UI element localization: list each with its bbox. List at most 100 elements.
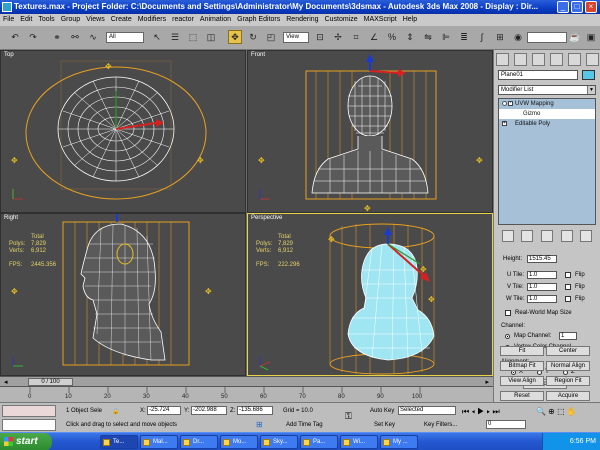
show-end-result-icon[interactable] xyxy=(521,230,534,242)
collapse-icon[interactable]: - xyxy=(508,101,513,106)
time-slider[interactable]: 0 / 100 xyxy=(28,378,73,386)
key-mode-dropdown[interactable]: Selected xyxy=(398,406,456,415)
stack-item-uvw-mapping[interactable]: - UVW Mapping xyxy=(499,99,595,109)
stack-item-editable-poly[interactable]: + Editable Poly xyxy=(499,119,595,129)
utilities-tab-icon[interactable] xyxy=(585,52,599,66)
set-key-button[interactable]: Set Key xyxy=(374,422,395,428)
expand-icon[interactable]: + xyxy=(502,121,507,126)
quick-render-icon[interactable]: ☕ xyxy=(568,30,582,44)
taskbar-item[interactable]: My ... xyxy=(380,435,418,449)
height-input[interactable]: 1515.45 xyxy=(527,255,557,263)
layer-manager-icon[interactable]: ≣ xyxy=(457,30,471,44)
w-tile-input[interactable]: 1.0 xyxy=(527,295,557,303)
lock-selection-icon[interactable]: 🔒 xyxy=(112,408,119,415)
region-fit-button[interactable]: Region Fit xyxy=(546,376,590,386)
unlink-icon[interactable]: ⚯ xyxy=(68,30,82,44)
close-icon[interactable]: × xyxy=(585,1,597,13)
clock[interactable]: 6:56 PM xyxy=(570,438,596,445)
angle-snap-icon[interactable]: ∠ xyxy=(367,30,381,44)
playback-controls[interactable]: ⏮ ◂ ▶ ▸ ⏭ xyxy=(462,407,500,417)
viewport-front[interactable]: Front ✥ ✥ ✥ xyxy=(247,50,493,213)
view-align-button[interactable]: View Align xyxy=(500,376,544,386)
curve-editor-icon[interactable]: ∫ xyxy=(475,30,489,44)
viewport-navigation-controls[interactable]: 🔍 ⊕ ⬚ ✋ xyxy=(536,407,577,416)
render-type-dropdown[interactable] xyxy=(527,32,567,43)
next-frame-icon[interactable]: ▸ xyxy=(485,378,489,386)
select-and-rotate-icon[interactable]: ↻ xyxy=(246,30,260,44)
select-and-move-icon[interactable]: ✥ xyxy=(228,30,242,44)
maximize-icon[interactable]: □ xyxy=(571,1,583,13)
hierarchy-tab-icon[interactable] xyxy=(532,52,546,66)
modify-tab-icon[interactable] xyxy=(514,52,528,66)
u-flip-checkbox[interactable] xyxy=(565,272,571,278)
viewport-top[interactable]: Top ✥ ✥ ✥ xyxy=(0,50,246,213)
menu-file[interactable]: File xyxy=(0,16,17,23)
mirror-icon[interactable]: ⇋ xyxy=(421,30,435,44)
taskbar-item[interactable]: Sky... xyxy=(260,435,298,449)
rectangular-selection-icon[interactable]: ⬚ xyxy=(186,30,200,44)
menu-animation[interactable]: Animation xyxy=(197,16,234,23)
pivot-center-icon[interactable]: ⊡ xyxy=(313,30,327,44)
start-button[interactable]: start xyxy=(0,433,52,450)
map-channel-input[interactable]: 1 xyxy=(559,332,577,340)
viewport-perspective[interactable]: Perspective Total Polys: 7,829 Verts: 6,91… xyxy=(247,213,493,376)
v-tile-input[interactable]: 1.0 xyxy=(527,283,557,291)
window-crossing-icon[interactable]: ◫ xyxy=(204,30,218,44)
select-and-scale-icon[interactable]: ◰ xyxy=(264,30,278,44)
schematic-view-icon[interactable]: ⊞ xyxy=(493,30,507,44)
v-flip-checkbox[interactable] xyxy=(565,284,571,290)
maxscript-mini-listener[interactable] xyxy=(2,419,56,431)
maxscript-listener[interactable] xyxy=(2,405,56,417)
u-tile-input[interactable]: 1.0 xyxy=(527,271,557,279)
snap-toggle-icon[interactable]: ⌗ xyxy=(349,30,363,44)
menu-create[interactable]: Create xyxy=(108,16,135,23)
bitmap-fit-button[interactable]: Bitmap Fit xyxy=(500,361,544,371)
spinner-snap-icon[interactable]: ⇕ xyxy=(403,30,417,44)
menu-tools[interactable]: Tools xyxy=(35,16,57,23)
taskbar-item[interactable]: Dr... xyxy=(180,435,218,449)
selection-filter-dropdown[interactable]: All xyxy=(106,32,144,43)
minimize-icon[interactable]: _ xyxy=(557,1,569,13)
taskbar-item[interactable]: Wi... xyxy=(340,435,378,449)
make-unique-icon[interactable] xyxy=(540,230,553,242)
select-link-icon[interactable]: ⚭ xyxy=(50,30,64,44)
real-world-map-size-checkbox[interactable] xyxy=(505,310,511,316)
w-flip-checkbox[interactable] xyxy=(565,296,571,302)
menu-group[interactable]: Group xyxy=(58,16,83,23)
stack-item-gizmo[interactable]: Gizmo xyxy=(499,109,595,119)
time-tag-icon[interactable]: ⊞ xyxy=(256,420,263,429)
menu-edit[interactable]: Edit xyxy=(17,16,35,23)
menu-help[interactable]: Help xyxy=(400,16,420,23)
manipulate-icon[interactable]: ✢ xyxy=(331,30,345,44)
key-icon[interactable]: ⚿ xyxy=(345,411,352,422)
prev-frame-icon[interactable]: ◂ xyxy=(4,378,8,386)
display-tab-icon[interactable] xyxy=(567,52,581,66)
select-object-icon[interactable]: ↖ xyxy=(150,30,164,44)
percent-snap-icon[interactable]: % xyxy=(385,30,399,44)
z-coordinate-field[interactable]: -135.686 xyxy=(237,406,273,415)
render-setup-icon[interactable]: ▣ xyxy=(584,30,598,44)
taskbar-item[interactable]: Te... xyxy=(100,435,138,449)
add-time-tag-button[interactable]: Add Time Tag xyxy=(286,422,323,428)
select-by-name-icon[interactable]: ☰ xyxy=(168,30,182,44)
align-icon[interactable]: ⊫ xyxy=(439,30,453,44)
lightbulb-icon[interactable] xyxy=(502,101,507,106)
menu-rendering[interactable]: Rendering xyxy=(283,16,321,23)
object-color-swatch[interactable] xyxy=(582,70,595,80)
taskbar-item[interactable]: Mal... xyxy=(140,435,178,449)
x-coordinate-field[interactable]: -25.724 xyxy=(147,406,181,415)
undo-icon[interactable]: ↶ xyxy=(8,30,22,44)
material-editor-icon[interactable]: ◉ xyxy=(511,30,525,44)
taskbar-item[interactable]: Mo... xyxy=(220,435,258,449)
pin-stack-icon[interactable] xyxy=(501,230,514,242)
auto-key-button[interactable]: Auto Key xyxy=(370,408,394,414)
time-slider-track[interactable]: ◂ 0 / 100 ▸ xyxy=(0,376,493,387)
object-name-field[interactable]: Plane01 xyxy=(498,70,578,80)
viewport-right[interactable]: Right Total Polys: 7,829 Verts: 6,912 FPS:… xyxy=(0,213,246,376)
configure-modifier-sets-icon[interactable] xyxy=(580,230,593,242)
acquire-button[interactable]: Acquire xyxy=(546,391,590,401)
center-button[interactable]: Center xyxy=(546,346,590,356)
normal-align-button[interactable]: Normal Align xyxy=(546,361,590,371)
menu-modifiers[interactable]: Modifiers xyxy=(135,16,169,23)
redo-icon[interactable]: ↷ xyxy=(26,30,40,44)
